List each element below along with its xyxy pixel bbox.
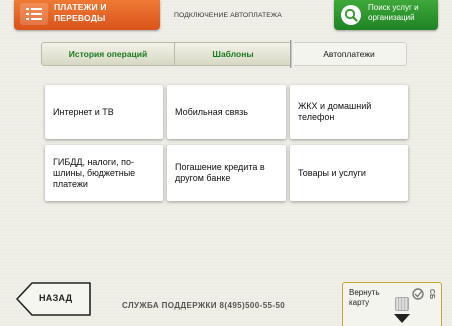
category-mobile[interactable]: Мобильная связь (167, 85, 286, 139)
search-services-button[interactable]: Поиск услуг и организаций (334, 0, 438, 30)
page-title: Подключение автоплатежа (174, 12, 282, 19)
chevron-down-icon (394, 314, 410, 323)
category-loan-repayment[interactable]: Погашение кредита в другом банке (167, 145, 286, 201)
tab-bar: История операций Шаблоны Автоплатежи (41, 40, 407, 68)
bank-logo-text: СБ (428, 289, 435, 300)
tab-divider (290, 40, 294, 68)
search-services-label: Поиск услуг и организаций (368, 3, 419, 22)
tab-templates[interactable]: Шаблоны (175, 42, 292, 66)
return-card-button[interactable]: Вернуть карту СБ (342, 282, 442, 326)
category-goods-services[interactable]: Товары и услуги (290, 145, 408, 201)
category-internet-tv[interactable]: Интернет и ТВ (45, 85, 163, 139)
card-chip-icon (395, 297, 409, 311)
back-button[interactable]: НАЗАД (16, 282, 91, 316)
return-card-label: Вернуть карту (349, 288, 380, 307)
payments-transfers-label: Платежи и переводы (54, 2, 107, 23)
support-phone: СЛУЖБА ПОДДЕРЖКИ 8(495)500-55-50 (122, 301, 286, 310)
tab-autopayments[interactable]: Автоплатежи (292, 42, 407, 66)
search-icon (340, 4, 362, 31)
category-fines-taxes[interactable]: ГИБДД, налоги, по-шлины, бюджетные плате… (45, 145, 163, 201)
list-icon (20, 3, 48, 25)
tab-history[interactable]: История операций (41, 42, 175, 66)
back-label: НАЗАД (39, 293, 73, 303)
bank-logo-icon (412, 288, 424, 300)
category-utilities[interactable]: ЖКХ и домашний телефон (290, 85, 408, 139)
payments-transfers-button[interactable]: Платежи и переводы (14, 0, 160, 30)
